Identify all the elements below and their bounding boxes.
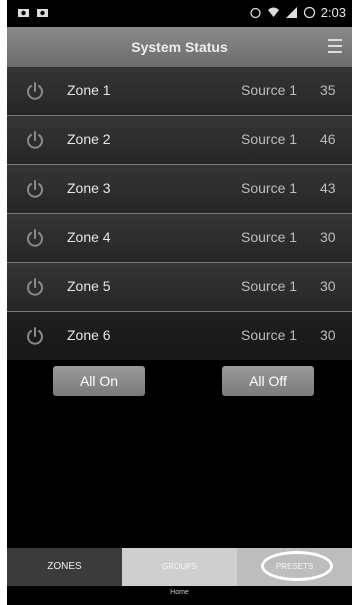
zone-source: Source 1 [241, 180, 298, 196]
power-icon[interactable] [25, 179, 45, 199]
menu-icon[interactable] [328, 39, 342, 53]
wifi-icon [267, 7, 279, 17]
power-icon[interactable] [25, 326, 45, 346]
zone-volume: 30 [320, 278, 336, 294]
zone-name: Zone 1 [67, 82, 111, 98]
highlight-circle [261, 551, 333, 581]
camera-notification-icon [18, 9, 29, 17]
clock: 2:03 [320, 5, 346, 20]
tab-zones[interactable]: ZONES [7, 548, 122, 586]
zone-row[interactable]: Zone 3 Source 1 43 [7, 165, 352, 214]
zone-source: Source 1 [241, 82, 298, 98]
zone-name: Zone 5 [67, 278, 111, 294]
zone-name: Zone 4 [67, 229, 111, 245]
phone-screen: 2:03 System Status Zone 1 Source 1 35 Zo… [7, 0, 352, 605]
zone-volume: 35 [320, 82, 336, 98]
zone-row[interactable]: Zone 2 Source 1 46 [7, 116, 352, 165]
zone-list: Zone 1 Source 1 35 Zone 2 Source 1 46 Zo… [7, 67, 352, 360]
zone-name: Zone 2 [67, 131, 111, 147]
power-icon[interactable] [25, 81, 45, 101]
zone-name: Zone 3 [67, 180, 111, 196]
zone-volume: 30 [320, 327, 336, 343]
all-on-button[interactable]: All On [53, 366, 145, 396]
page-title: System Status [131, 39, 228, 55]
zone-source: Source 1 [241, 229, 298, 245]
power-icon[interactable] [25, 130, 45, 150]
title-bar: System Status [7, 27, 352, 67]
power-icon[interactable] [25, 277, 45, 297]
zone-volume: 30 [320, 229, 336, 245]
camera-notification-icon [37, 9, 48, 17]
zone-source: Source 1 [241, 327, 298, 343]
zone-row[interactable]: Zone 4 Source 1 30 [7, 214, 352, 263]
tab-groups[interactable]: GROUPS [122, 548, 237, 586]
power-icon[interactable] [25, 228, 45, 248]
status-bar: 2:03 [7, 0, 352, 27]
all-off-button[interactable]: All Off [222, 366, 314, 396]
tab-presets[interactable]: PRESETS [237, 548, 352, 586]
zone-row[interactable]: Zone 1 Source 1 35 [7, 67, 352, 116]
battery-icon [303, 6, 315, 19]
zone-row[interactable]: Zone 5 Source 1 30 [7, 263, 352, 312]
home-label[interactable]: Home [7, 586, 352, 605]
zone-source: Source 1 [241, 278, 298, 294]
zone-volume: 46 [320, 131, 336, 147]
alarm-icon [250, 7, 261, 19]
zone-name: Zone 6 [67, 327, 111, 343]
zone-row[interactable]: Zone 6 Source 1 30 [7, 312, 352, 360]
signal-icon [285, 7, 297, 18]
tab-bar: ZONES GROUPS PRESETS [7, 548, 352, 586]
zone-source: Source 1 [241, 131, 298, 147]
zone-volume: 43 [320, 180, 336, 196]
